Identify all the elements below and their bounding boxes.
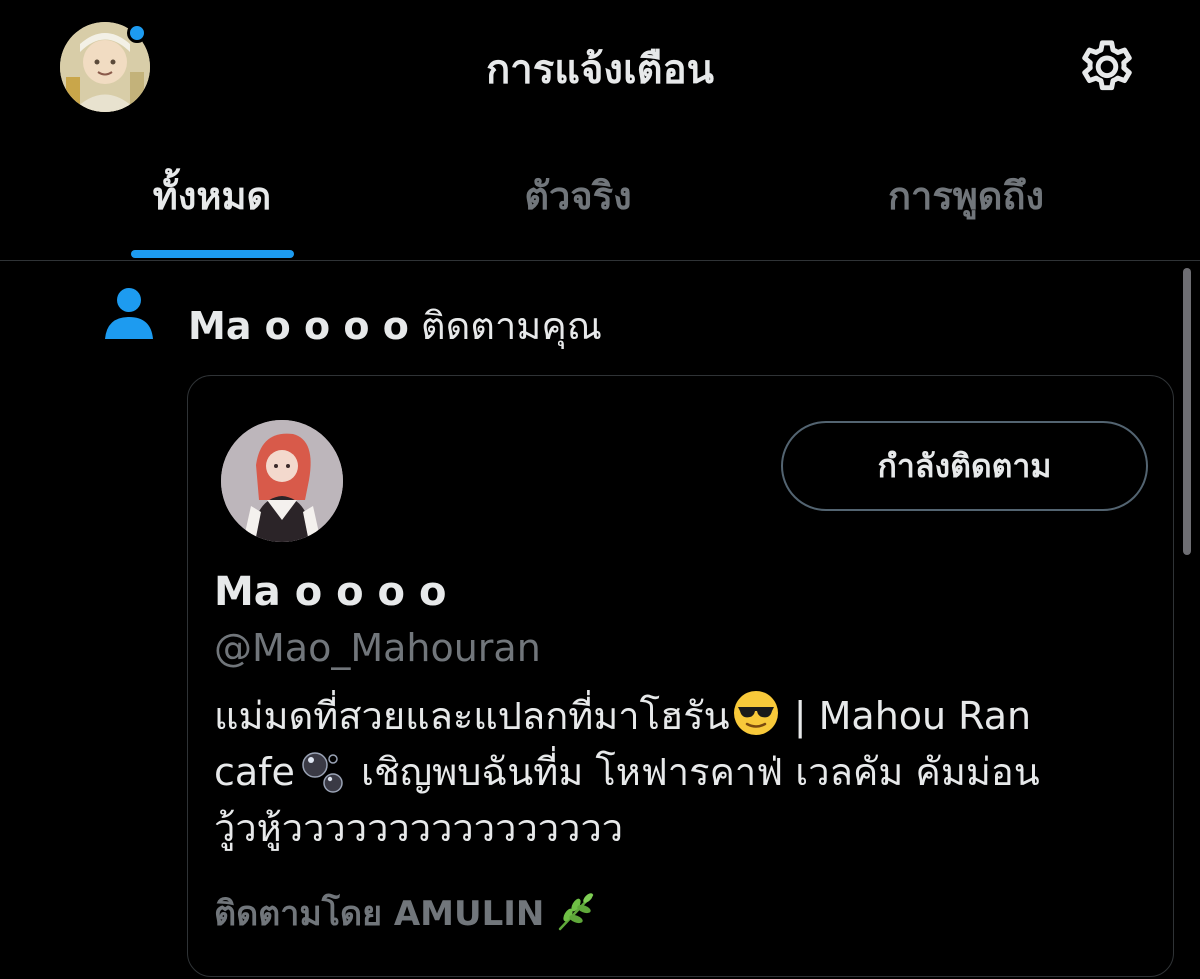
bio-text-suffix: | Mahou Ran <box>793 694 1032 738</box>
page-title: การแจ้งเตือน <box>486 47 714 93</box>
bio-text: เชิญพบฉันที่ม โหฟารคาฟ่ เวลคัม คัมม่อน <box>361 750 1040 794</box>
notification-text: Ma o o o o ติดตามคุณ <box>188 298 602 354</box>
person-icon <box>103 285 155 341</box>
following-button[interactable]: กำลังติดตาม <box>781 421 1148 511</box>
scrollbar[interactable] <box>1183 268 1191 555</box>
bio-line-1: แม่มดที่สวยและแปลกที่มาโฮรัน | Mahou Ran <box>214 688 1154 744</box>
bio-line-3: วู้วหู้วววววววววววววววว <box>214 806 624 850</box>
bio-text: แม่มดที่สวยและแปลกที่มาโฮรัน <box>214 694 730 738</box>
tab-mentions[interactable]: การพูดถึง <box>806 166 1126 226</box>
user-card[interactable]: กำลังติดตาม Ma o o o o @Mao_Mahouran แม่… <box>187 375 1174 977</box>
header-bar: การแจ้งเตือน <box>0 0 1200 140</box>
user-avatar[interactable] <box>221 420 343 542</box>
followed-by-text: ติดตามโดย AMULIN <box>214 888 598 940</box>
bio-line-2: cafe เชิญพบฉันที่ม โหฟารคาฟ่ เวลคัม คัมม… <box>214 744 1154 800</box>
user-display-name[interactable]: Ma o o o o <box>214 566 446 618</box>
user-handle[interactable]: @Mao_Mahouran <box>214 622 541 674</box>
herb-icon <box>554 889 598 933</box>
user-bio: แม่มดที่สวยและแปลกที่มาโฮรัน | Mahou Ran… <box>214 688 1154 856</box>
bubbles-emoji-icon <box>297 747 347 797</box>
bio-text-prefix: cafe <box>214 750 295 794</box>
followed-by-label: ติดตามโดย AMULIN <box>214 894 545 934</box>
tab-all[interactable]: ทั้งหมด <box>52 166 372 226</box>
sunglasses-emoji-icon <box>732 689 780 737</box>
actor-name[interactable]: Ma o o o o <box>188 304 409 348</box>
tab-bar: ทั้งหมด ตัวจริง การพูดถึง <box>0 140 1200 261</box>
gear-icon[interactable] <box>1074 36 1140 102</box>
action-text: ติดตามคุณ <box>420 304 602 348</box>
active-tab-indicator <box>131 250 294 258</box>
tab-verified[interactable]: ตัวจริง <box>418 166 738 226</box>
notification-badge <box>127 23 147 43</box>
